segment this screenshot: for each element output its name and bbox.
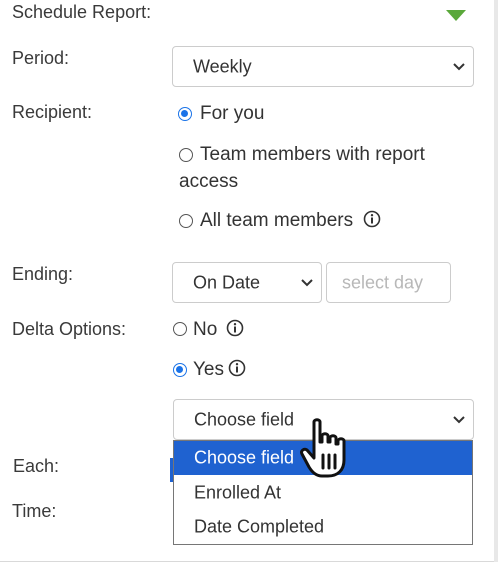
delta-no-label: No bbox=[193, 319, 218, 340]
recipient-team-report-label-line2: access bbox=[179, 171, 239, 192]
chevron-down-icon bbox=[301, 278, 313, 286]
delta-yes-radio[interactable] bbox=[173, 363, 187, 377]
dropdown-option-label: Enrolled At bbox=[194, 482, 282, 503]
chevron-down-icon bbox=[453, 415, 465, 423]
ending-day-input[interactable]: select day bbox=[326, 262, 451, 303]
ending-select-value: On Date bbox=[193, 272, 261, 292]
info-icon[interactable] bbox=[363, 210, 381, 228]
recipient-all-team-radio[interactable] bbox=[179, 214, 193, 228]
ending-label: Ending: bbox=[12, 264, 74, 284]
each-label: Each: bbox=[13, 456, 60, 476]
dropdown-option-date-completed[interactable]: Date Completed bbox=[174, 510, 472, 544]
recipient-for-you-label: For you bbox=[200, 103, 265, 124]
delta-yes-label: Yes bbox=[193, 359, 224, 380]
recipient-for-you-radio[interactable] bbox=[178, 107, 192, 121]
time-label: Time: bbox=[12, 501, 57, 521]
period-select-value: Weekly bbox=[193, 56, 252, 76]
dropdown-option-enrolled-at[interactable]: Enrolled At bbox=[174, 476, 472, 510]
delta-field-select-value: Choose field bbox=[194, 409, 295, 429]
ending-day-placeholder: select day bbox=[342, 272, 424, 292]
caret-down-icon[interactable] bbox=[446, 10, 466, 21]
delta-options-label: Delta Options: bbox=[12, 319, 127, 339]
ending-select[interactable]: On Date bbox=[172, 262, 322, 303]
recipient-team-report-label-line1: Team members with report bbox=[200, 144, 425, 165]
chevron-down-icon bbox=[453, 62, 465, 70]
recipient-all-team-label: All team members bbox=[200, 210, 354, 231]
info-icon[interactable] bbox=[228, 359, 246, 377]
dropdown-option-label: Choose field bbox=[194, 447, 295, 468]
recipient-label: Recipient: bbox=[12, 102, 93, 122]
dropdown-option-label: Date Completed bbox=[194, 516, 325, 537]
period-select[interactable]: Weekly bbox=[172, 46, 474, 87]
hand-pointer-cursor-icon bbox=[300, 418, 346, 478]
schedule-report-title: Schedule Report: bbox=[12, 2, 152, 22]
period-label: Period: bbox=[12, 48, 70, 68]
delta-no-radio[interactable] bbox=[173, 322, 187, 336]
info-icon[interactable] bbox=[226, 319, 244, 337]
recipient-team-report-radio[interactable] bbox=[179, 148, 193, 162]
panel-right-border bbox=[494, 0, 498, 562]
